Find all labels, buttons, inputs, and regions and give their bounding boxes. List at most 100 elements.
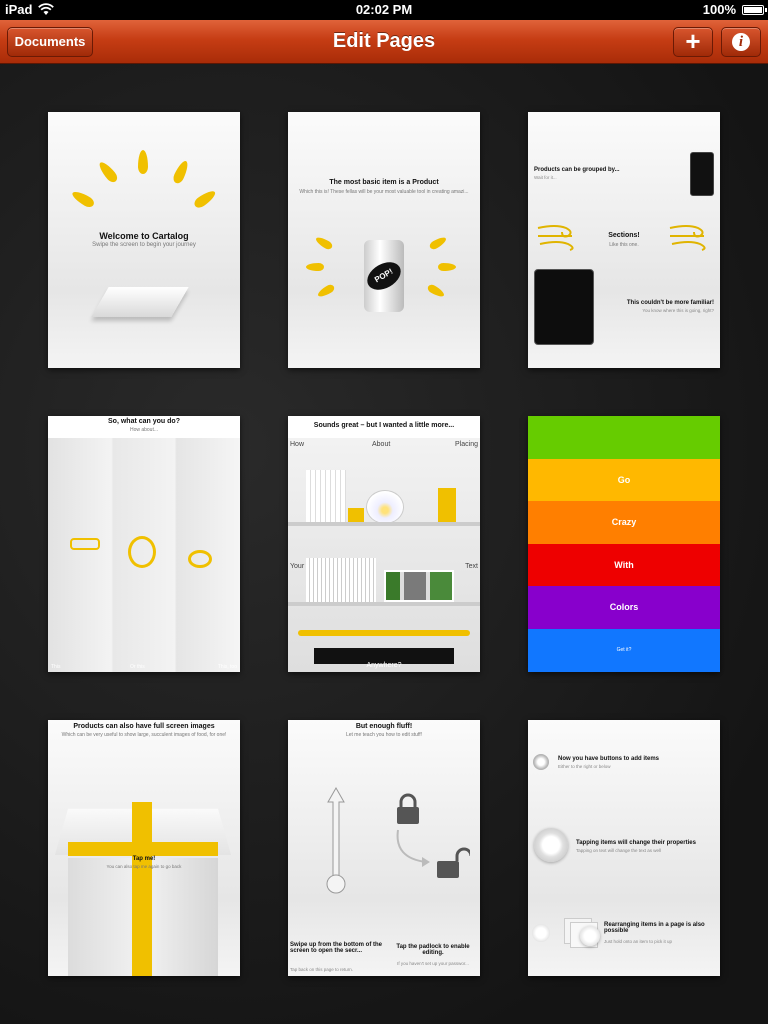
rearrange-button xyxy=(580,926,600,946)
yellow-bookend xyxy=(348,508,364,522)
pages-grid: Welcome to Cartalog Swipe the screen to … xyxy=(0,64,768,1024)
page-7-tap: Tap me! xyxy=(132,856,156,862)
page-9-tapping-text: Tapping items will change their properti… xyxy=(576,840,696,846)
page-thumbnail-1[interactable]: Welcome to Cartalog Swipe the screen to … xyxy=(48,112,240,368)
page-1-subtitle: Swipe the screen to begin your journey xyxy=(92,242,196,248)
page-8-swipe-text: Swipe up from the bottom of the screen t… xyxy=(290,942,382,954)
page-9-buttons-sub: Either to the right or below xyxy=(558,764,611,769)
page-thumbnail-5[interactable]: Sounds great – but I wanted a little mor… xyxy=(288,416,480,672)
page-thumbnail-8[interactable]: But enough fluff! Let me teach you how t… xyxy=(288,720,480,976)
ribbon-vertical xyxy=(132,802,152,976)
page-5-your: Your xyxy=(290,563,305,570)
page-8-padlock-text: Tap the padlock to enable editing. xyxy=(396,944,470,956)
burst-ray xyxy=(426,283,446,299)
burst-ray xyxy=(316,283,336,299)
page-7-title: Products can also have full screen image… xyxy=(73,723,215,730)
color-band-yellow: Go xyxy=(528,459,720,501)
books-row xyxy=(306,558,376,602)
burst-ray xyxy=(438,263,456,271)
page-thumbnail-4[interactable]: So, what can you do? How about... This O… xyxy=(48,416,240,672)
swipe-up-arrow-icon xyxy=(326,786,346,894)
ribbon-horizontal xyxy=(68,842,218,856)
curved-arrow-icon xyxy=(396,829,430,867)
large-button-icon xyxy=(534,828,568,862)
page-4-label-1: This xyxy=(51,664,61,670)
page-4-subtitle: How about... xyxy=(129,427,159,433)
battery-percent: 100% xyxy=(702,2,736,17)
page-5-how: How xyxy=(290,441,305,448)
bracelet-image xyxy=(188,550,212,568)
page-8-padlock-sub: If you haven't set up your passwor... xyxy=(397,961,469,966)
color-band-orange: Crazy xyxy=(528,501,720,544)
page-thumbnail-2[interactable]: The most basic item is a Product Which t… xyxy=(288,112,480,368)
tablet-image xyxy=(534,269,594,345)
gift-box-image xyxy=(54,802,232,976)
color-band-purple: Colors xyxy=(528,586,720,629)
burst-ray xyxy=(314,235,334,251)
rearrange-items-image xyxy=(532,916,600,948)
page-1-title: Welcome to Cartalog xyxy=(99,231,189,241)
plus-icon: + xyxy=(685,26,701,56)
page-2-title: The most basic item is a Product xyxy=(329,179,439,186)
sun-ray xyxy=(138,150,148,174)
yellow-bench xyxy=(298,630,470,636)
info-icon: i xyxy=(732,33,750,51)
photo-frames xyxy=(384,570,454,602)
rearrange-button xyxy=(532,924,550,942)
page-3-grouped-sub: Wait for it... xyxy=(534,175,557,180)
necklace-image xyxy=(128,536,156,568)
page-thumbnail-6[interactable]: Go Crazy With Colors Get it? xyxy=(528,416,720,672)
shelf-board xyxy=(288,522,480,526)
page-9-rearranging-text: Rearranging items in a page is also poss… xyxy=(604,922,705,934)
page-5-placing: Placing xyxy=(455,441,478,448)
page-5-title: Sounds great – but I wanted a little mor… xyxy=(313,422,455,429)
page-3-grouped-text: Products can be grouped by... xyxy=(534,167,620,173)
navigation-bar: Documents Edit Pages + i xyxy=(0,20,768,64)
page-8-subtitle: Let me teach you how to edit stuff! xyxy=(345,732,423,738)
wind-icon xyxy=(669,225,706,251)
page-thumbnail-3[interactable]: Products can be grouped by... Wait for i… xyxy=(528,112,720,368)
page-5-anywhere: Anywhere? xyxy=(366,662,402,669)
battery-icon xyxy=(742,5,767,15)
padlock-closed-icon xyxy=(397,793,419,824)
info-button[interactable]: i xyxy=(721,27,761,57)
sun-ray xyxy=(192,188,218,210)
page-title: Edit Pages xyxy=(332,30,436,52)
glasses-image xyxy=(70,538,100,550)
book-image xyxy=(91,287,189,317)
shelf-board xyxy=(288,602,480,606)
page-9-tapping-sub: Tapping on text will change the text as … xyxy=(576,848,662,853)
color-band-blue: Get it? xyxy=(528,629,720,672)
page-7-subtitle: Which can be very useful to show large, … xyxy=(61,732,227,738)
fishbowl-image xyxy=(366,490,404,524)
phone-image xyxy=(690,152,714,196)
status-bar: iPad 02:02 PM 100% xyxy=(0,0,768,20)
page-7-tap-sub: You can also tap me again to go back xyxy=(106,864,182,869)
bookshelf-image xyxy=(288,438,480,672)
page-3-familiar-sub: You know where this is going, right? xyxy=(642,308,714,313)
sun-ray xyxy=(171,159,191,185)
page-9-buttons-text: Now you have buttons to add items xyxy=(558,756,660,762)
soda-can-image: POP! xyxy=(362,240,406,312)
color-band-red: With xyxy=(528,544,720,586)
page-4-label-2: Or this xyxy=(130,664,145,670)
sun-ray xyxy=(96,159,120,185)
yellow-bookend xyxy=(438,488,456,522)
burst-ray xyxy=(306,263,324,271)
small-button-icon xyxy=(533,754,549,770)
display-case xyxy=(48,438,240,672)
page-9-rearranging-sub: Just hold onto an item to pick it up xyxy=(604,939,673,944)
page-5-about: About xyxy=(372,441,391,448)
page-5-text: Text xyxy=(465,563,478,570)
can-label: POP! xyxy=(362,256,406,296)
page-thumbnail-9[interactable]: Now you have buttons to add items Either… xyxy=(528,720,720,976)
page-3-familiar-text: This couldn't be more familiar! xyxy=(626,300,714,306)
page-8-title: But enough fluff! xyxy=(355,723,413,730)
page-2-subtitle: Which this is! These fellas will be your… xyxy=(299,189,469,195)
page-4-label-3: This, too xyxy=(217,664,237,670)
books-row xyxy=(306,470,346,522)
burst-ray xyxy=(428,235,448,251)
add-page-button[interactable]: + xyxy=(673,27,713,57)
padlock-open-icon xyxy=(437,847,470,878)
page-thumbnail-7[interactable]: Products can also have full screen image… xyxy=(48,720,240,976)
